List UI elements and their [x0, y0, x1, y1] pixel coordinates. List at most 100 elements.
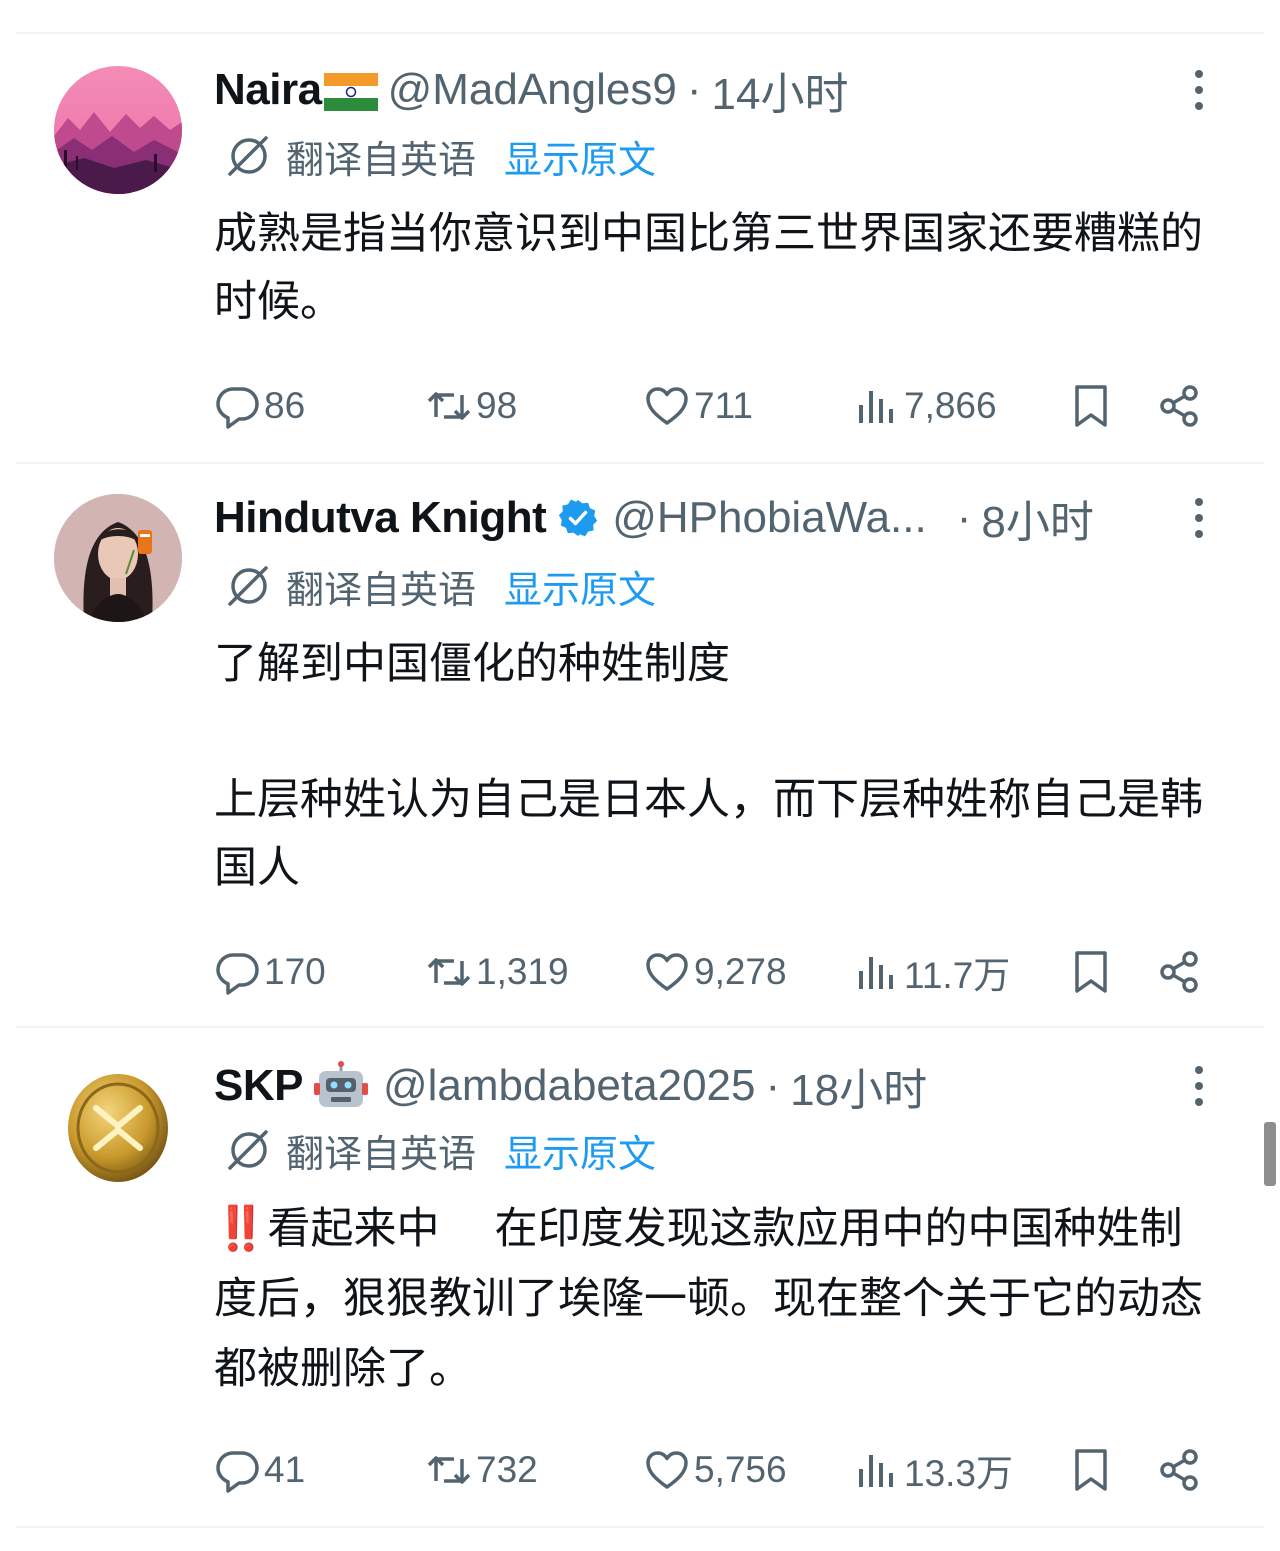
translate-icon	[228, 1130, 268, 1170]
user-handle[interactable]: @MadAngles9	[388, 65, 677, 115]
repost-count: 732	[476, 1449, 538, 1490]
repost-button[interactable]: 732	[426, 1442, 538, 1498]
bookmark-icon	[1075, 385, 1107, 427]
views-icon	[859, 957, 893, 989]
reply-button[interactable]: 86	[214, 378, 305, 434]
divider	[16, 1526, 1264, 1528]
reply-button[interactable]: 170	[214, 944, 326, 1000]
post-paragraph: 了解到中国僵化的种姓制度	[214, 640, 730, 688]
post-header: SKP @lambdabeta2025 · 18小时	[214, 1058, 1204, 1115]
separator-dot: ·	[765, 1061, 781, 1110]
more-vertical-icon[interactable]	[1182, 1058, 1216, 1114]
views-button[interactable]: 11.7万	[854, 944, 1010, 1000]
share-button[interactable]	[1156, 378, 1202, 434]
translation-row: 翻译自英语 显示原文	[224, 1122, 656, 1178]
like-count: 711	[694, 385, 753, 426]
post-body: 了解到中国僵化的种姓制度 上层种姓认为自己是日本人，而下层种姓称自己是韩国人	[214, 630, 1224, 902]
repost-button[interactable]: 1,319	[426, 944, 569, 1000]
user-handle[interactable]: @lambdabeta2025	[383, 1061, 756, 1111]
translate-icon	[228, 566, 268, 606]
repost-button[interactable]: 98	[426, 378, 517, 434]
scrollbar-thumb[interactable]	[1264, 1122, 1276, 1186]
india-flag-icon	[323, 72, 378, 111]
post-body: ‼️看起来中 在印度发现这款应用中的中国种姓制度后，狠狠教训了埃隆一顿。现在整个…	[214, 1194, 1224, 1404]
reply-icon	[216, 387, 259, 429]
bookmark-button[interactable]	[1068, 944, 1114, 1000]
post-time[interactable]: 8小时	[981, 486, 1093, 550]
separator-dot: ·	[956, 493, 972, 542]
translated-from-label: 翻译自英语	[286, 139, 477, 182]
post-paragraph: ‼️看起来中 在印度发现这款应用中的中国种姓制度后，狠狠教训了埃隆一顿。现在整个…	[214, 1205, 1203, 1393]
reply-button[interactable]: 41	[214, 1442, 305, 1498]
post-body: 成熟是指当你意识到中国比第三世界国家还要糟糕的时候。	[214, 200, 1224, 336]
show-original-link[interactable]: 显示原文	[504, 129, 656, 184]
share-button[interactable]	[1156, 944, 1202, 1000]
action-bar: 41 732 5,756 13.3万	[214, 1442, 1214, 1498]
avatar[interactable]	[54, 1062, 182, 1190]
like-count: 9,278	[694, 951, 787, 992]
repost-icon	[427, 1456, 471, 1484]
views-count: 7,866	[904, 385, 997, 426]
reply-count: 41	[264, 1449, 306, 1490]
translated-from-label: 翻译自英语	[286, 569, 477, 612]
views-icon	[859, 1455, 893, 1487]
repost-icon	[427, 958, 471, 986]
views-button[interactable]: 13.3万	[854, 1442, 1013, 1498]
post-header: Hindutva Knight @HPhobiaWa... · 8小时	[214, 490, 1204, 547]
display-name[interactable]: SKP	[214, 1061, 303, 1111]
repost-icon	[427, 392, 471, 420]
views-button[interactable]: 7,866	[854, 378, 997, 434]
verified-badge-icon	[558, 498, 598, 538]
more-vertical-icon[interactable]	[1182, 62, 1216, 118]
like-button[interactable]: 5,756	[644, 1442, 787, 1498]
post-time[interactable]: 14小时	[712, 58, 849, 122]
bookmark-button[interactable]	[1068, 378, 1114, 434]
display-name[interactable]: Hindutva Knight	[214, 493, 547, 543]
show-original-link[interactable]: 显示原文	[504, 1123, 656, 1178]
repost-count: 1,319	[476, 951, 569, 992]
reply-count: 170	[264, 951, 326, 992]
post-header: Naira @MadAngles9 · 14小时	[214, 62, 1204, 119]
share-icon	[1160, 385, 1198, 427]
display-name[interactable]: Naira	[214, 65, 322, 115]
robot-emoji-icon	[313, 1061, 369, 1111]
action-bar: 86 98 711 7,866	[214, 378, 1214, 434]
reply-count: 86	[264, 385, 306, 426]
share-icon	[1160, 951, 1198, 993]
share-icon	[1160, 1449, 1198, 1491]
views-icon	[859, 391, 893, 423]
bookmark-button[interactable]	[1068, 1442, 1114, 1498]
like-count: 5,756	[694, 1449, 787, 1490]
translated-from-label: 翻译自英语	[286, 1133, 477, 1176]
post-1[interactable]: Naira @MadAngles9 · 14小时 翻译自英语 显示原文 成熟是指…	[16, 34, 1264, 462]
post-paragraph: 上层种姓认为自己是日本人，而下层种姓称自己是韩国人	[214, 776, 1203, 892]
show-original-link[interactable]: 显示原文	[504, 559, 656, 614]
heart-icon	[646, 387, 688, 425]
heart-icon	[646, 1451, 688, 1489]
like-button[interactable]: 9,278	[644, 944, 787, 1000]
repost-count: 98	[476, 385, 518, 426]
reply-icon	[216, 1451, 259, 1493]
translate-icon	[228, 136, 268, 176]
post-paragraph: 成熟是指当你意识到中国比第三世界国家还要糟糕的时候。	[214, 210, 1203, 326]
post-3[interactable]: SKP @lambdabeta2025 · 18小时 翻译自英语 显示原文 ‼️…	[16, 1028, 1264, 1526]
avatar[interactable]	[54, 66, 182, 194]
views-count: 13.3万	[904, 1453, 1014, 1494]
avatar[interactable]	[54, 494, 182, 622]
bookmark-icon	[1075, 1449, 1107, 1491]
views-count: 11.7万	[904, 955, 1011, 996]
heart-icon	[646, 953, 688, 991]
action-bar: 170 1,319 9,278 11.7万	[214, 944, 1214, 1000]
post-2[interactable]: Hindutva Knight @HPhobiaWa... · 8小时 翻译自英…	[16, 464, 1264, 1026]
translation-row: 翻译自英语 显示原文	[224, 128, 656, 184]
more-vertical-icon[interactable]	[1182, 490, 1216, 546]
timeline-feed: Naira @MadAngles9 · 14小时 翻译自英语 显示原文 成熟是指…	[16, 0, 1264, 1551]
separator-dot: ·	[686, 65, 702, 114]
reply-icon	[216, 953, 259, 995]
like-button[interactable]: 711	[644, 378, 753, 434]
post-time[interactable]: 18小时	[790, 1054, 927, 1118]
bookmark-icon	[1075, 951, 1107, 993]
user-handle[interactable]: @HPhobiaWa...	[612, 493, 927, 543]
translation-row: 翻译自英语 显示原文	[224, 558, 656, 614]
share-button[interactable]	[1156, 1442, 1202, 1498]
